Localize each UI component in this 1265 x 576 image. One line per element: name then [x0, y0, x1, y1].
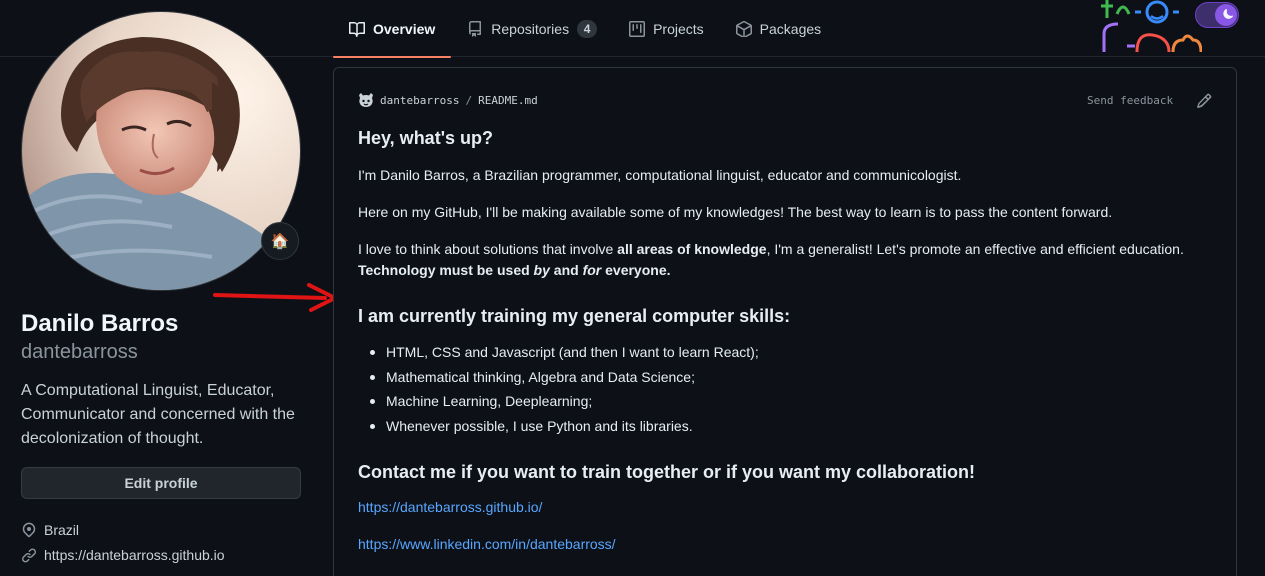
profile-username: dantebarross	[21, 341, 138, 363]
edit-profile-button[interactable]: Edit profile	[21, 467, 301, 499]
linkedin-link[interactable]: https://www.linkedin.com/in/dantebarross…	[358, 536, 616, 552]
text-segment: and	[549, 262, 583, 278]
tab-label: Repositories	[491, 20, 570, 37]
text-segment: everyone.	[601, 262, 671, 278]
readme-intro-paragraph: I'm Danilo Barros, a Brazilian programme…	[358, 167, 962, 183]
repo-count-badge: 4	[577, 19, 598, 38]
location-pin-icon	[22, 522, 36, 538]
tab-packages[interactable]: Packages	[720, 0, 837, 57]
website-link[interactable]: https://dantebarross.github.io	[44, 547, 225, 563]
send-feedback-link[interactable]: Send feedback	[1087, 94, 1173, 107]
smiley-icon	[359, 93, 373, 107]
tab-overview[interactable]: Overview	[333, 0, 452, 58]
readme-heading-contact: Contact me if you want to train together…	[358, 462, 976, 482]
repo-icon	[469, 20, 482, 37]
italic-text: by	[533, 262, 550, 278]
profile-page: Overview Repositories 4 Projects Package…	[0, 0, 1265, 576]
bold-sentence: Technology must be used by and for every…	[358, 262, 671, 278]
red-arrow-icon	[213, 283, 337, 312]
tab-list: Overview Repositories 4 Projects Package…	[333, 0, 837, 58]
readme-heading-skills: I am currently training my general compu…	[358, 306, 791, 326]
tab-label: Packages	[759, 20, 822, 37]
list-item: Whenever possible, I use Python and its …	[358, 416, 759, 437]
tab-label: Projects	[653, 20, 704, 37]
profile-bio: A Computational Linguist, Educator, Comm…	[21, 382, 295, 447]
theme-toggle[interactable]	[1195, 2, 1239, 28]
list-item: Machine Learning, Deeplearning;	[358, 391, 759, 412]
path-separator: /	[465, 93, 473, 107]
bold-text: all areas of knowledge	[617, 241, 767, 257]
book-icon	[349, 21, 365, 37]
link-icon	[22, 548, 37, 563]
text-segment: I love to think about solutions that inv…	[358, 241, 618, 257]
location-text: Brazil	[44, 522, 80, 538]
avatar[interactable]	[21, 11, 301, 291]
tab-label: Overview	[373, 20, 436, 37]
project-icon	[629, 20, 646, 37]
readme-github-paragraph: Here on my GitHub, I'll be making availa…	[358, 204, 1113, 220]
text-segment: , I'm a generalist! Let's promote an eff…	[766, 241, 1184, 257]
package-icon	[735, 20, 752, 37]
website-link[interactable]: https://dantebarross.github.io/	[358, 499, 542, 515]
readme-path: dantebarross / README.md	[358, 92, 538, 108]
italic-text: for	[582, 262, 602, 278]
list-item: HTML, CSS and Javascript (and then I wan…	[358, 342, 759, 363]
status-button[interactable]: 🏠	[261, 222, 299, 260]
skills-list: HTML, CSS and Javascript (and then I wan…	[358, 342, 759, 440]
moon-icon	[1215, 4, 1237, 26]
decorative-doodle-icon	[1101, 0, 1202, 52]
tab-projects[interactable]: Projects	[613, 0, 720, 57]
readme-heading-greeting: Hey, what's up?	[358, 128, 493, 148]
list-item: Mathematical thinking, Algebra and Data …	[358, 367, 759, 388]
readme-card: dantebarross / README.md Send feedback H…	[333, 67, 1237, 576]
readme-owner-link[interactable]: dantebarross	[380, 94, 459, 107]
website-row[interactable]: https://dantebarross.github.io	[21, 547, 225, 563]
avatar-photo	[22, 12, 300, 290]
readme-file-link[interactable]: README.md	[478, 94, 538, 107]
tab-repositories[interactable]: Repositories 4	[451, 0, 613, 57]
location-row: Brazil	[21, 522, 79, 538]
house-icon: 🏠	[270, 233, 290, 250]
text-segment: Technology must be used	[358, 262, 534, 278]
readme-generalist-paragraph: I love to think about solutions that inv…	[358, 239, 1184, 281]
profile-name: Danilo Barros	[21, 310, 179, 337]
pencil-icon[interactable]	[1196, 93, 1212, 109]
